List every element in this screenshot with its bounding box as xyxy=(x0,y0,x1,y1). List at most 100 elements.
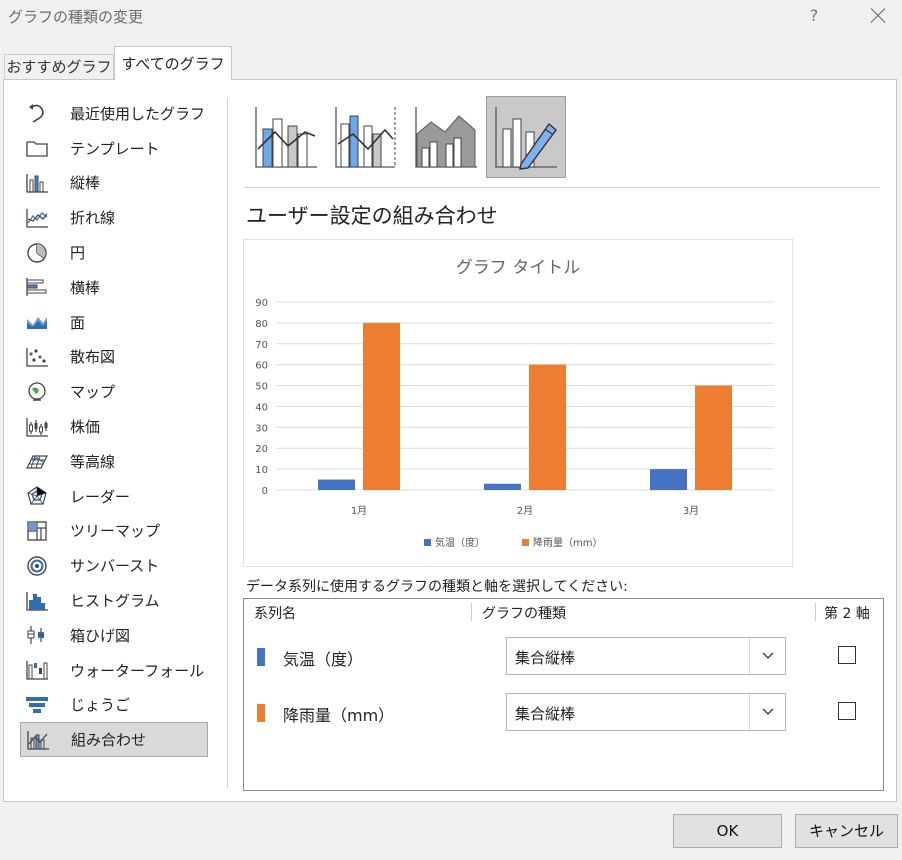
help-button[interactable]: ? xyxy=(803,2,825,30)
sidebar-item-label: 最近使用したグラフ xyxy=(70,104,206,123)
radar-chart-icon xyxy=(24,485,50,507)
variant-clustered-column-line[interactable] xyxy=(246,96,326,178)
sidebar-item-label: 組み合わせ xyxy=(71,731,147,750)
tab-all-charts[interactable]: すべてのグラフ xyxy=(114,46,232,80)
series-name: 気温（度） xyxy=(283,650,364,669)
sidebar-item-sunburst[interactable]: サンバースト xyxy=(20,548,214,583)
clustered-column-line-secondary-axis-icon xyxy=(335,107,396,168)
y-tick-label: 30 xyxy=(255,423,268,434)
bar-2-3 xyxy=(695,385,732,490)
sidebar-item-stock[interactable]: 株価 xyxy=(20,409,214,444)
sidebar-item-surface[interactable]: 等高線 xyxy=(20,444,214,479)
sidebar-item-scatter[interactable]: 散布図 xyxy=(20,340,214,375)
sidebar-item-map[interactable]: マップ xyxy=(20,374,214,409)
secondary-axis-checkbox-temperature[interactable] xyxy=(838,646,856,664)
bar-1-2 xyxy=(484,483,521,490)
sidebar-item-funnel[interactable]: じょうご xyxy=(20,688,214,723)
tab-strip: おすすめグラフ すべてのグラフ xyxy=(0,34,902,80)
box-whisker-chart-icon xyxy=(24,624,50,646)
sidebar-item-label: 円 xyxy=(70,244,86,263)
combo-chart-icon xyxy=(25,729,51,751)
sidebar-item-recent[interactable]: 最近使用したグラフ xyxy=(20,96,214,131)
header-series-name: 系列名 xyxy=(254,606,296,622)
variant-custom-combination[interactable] xyxy=(486,96,566,178)
sidebar-item-label: 散布図 xyxy=(70,348,116,367)
y-tick-label: 50 xyxy=(255,382,268,393)
clustered-column-line-icon xyxy=(255,107,317,168)
sidebar-item-waterfall[interactable]: ウォーターフォール xyxy=(20,653,214,688)
funnel-chart-icon xyxy=(24,694,50,716)
y-tick-label: 40 xyxy=(255,402,268,413)
sidebar-item-pie[interactable]: 円 xyxy=(20,235,214,270)
bar-1-3 xyxy=(650,469,687,490)
sidebar-item-label: サンバースト xyxy=(70,557,160,576)
x-tick-label: 1月 xyxy=(351,505,367,517)
sidebar-item-label: じょうご xyxy=(70,696,131,715)
sidebar-item-treemap[interactable]: ツリーマップ xyxy=(20,514,214,549)
y-tick-label: 10 xyxy=(255,465,268,476)
gallery-divider xyxy=(244,187,880,188)
pie-chart-icon xyxy=(24,242,50,264)
ok-button[interactable]: OK xyxy=(673,814,782,848)
y-tick-label: 90 xyxy=(255,298,268,309)
sidebar-item-label: 折れ線 xyxy=(70,209,116,228)
series-row-rainfall: 降雨量（mm） 集合縦棒 xyxy=(243,692,882,732)
sidebar-item-radar[interactable]: レーダー xyxy=(20,479,214,514)
chart-type-dropdown-rainfall[interactable]: 集合縦棒 xyxy=(506,693,786,731)
tab-recommended[interactable]: おすすめグラフ xyxy=(4,54,114,80)
legend-label: 気温（度） xyxy=(435,536,485,549)
bar-chart-icon xyxy=(24,276,50,298)
preview-chart: グラフ タイトル 0 10 20 30 40 50 60 70 80 90 1月 2月 3月気温（度） 降雨… xyxy=(255,258,774,549)
chart-preview: グラフ タイトル 0 10 20 30 40 50 60 70 80 90 1月 2月 3月 気温（度） 降雨… xyxy=(243,239,793,567)
column-chart-icon xyxy=(24,172,50,194)
variant-stacked-area-column[interactable] xyxy=(406,96,486,178)
sidebar-item-label: ヒストグラム xyxy=(70,592,160,611)
sidebar-item-area[interactable]: 面 xyxy=(20,305,214,340)
y-tick-label: 70 xyxy=(255,340,268,351)
dropdown-value: 集合縦棒 xyxy=(515,649,576,667)
header-divider xyxy=(471,603,472,621)
secondary-axis-checkbox-rainfall[interactable] xyxy=(838,702,856,720)
title-bar: グラフの種類の変更 ? xyxy=(0,0,902,34)
sidebar-item-histogram[interactable]: ヒストグラム xyxy=(20,583,214,618)
header-secondary-axis: 第 2 軸 xyxy=(824,606,870,622)
dropdown-value: 集合縦棒 xyxy=(515,705,576,723)
sidebar-item-label: 横棒 xyxy=(70,278,101,297)
chart-type-list: 最近使用したグラフ テンプレート 縦棒 折れ線 円 横棒 面 散布図 マップ 株… xyxy=(20,96,214,758)
sidebar-item-box-whisker[interactable]: 箱ひげ図 xyxy=(20,618,214,653)
series-color-swatch xyxy=(257,704,265,722)
waterfall-chart-icon xyxy=(24,659,50,681)
sidebar-item-bar[interactable]: 横棒 xyxy=(20,270,214,305)
series-row-temperature: 気温（度） 集合縦棒 xyxy=(243,636,882,676)
sidebar-item-combo[interactable]: 組み合わせ xyxy=(20,722,208,758)
folder-icon xyxy=(24,137,50,159)
sidebar-item-label: レーダー xyxy=(70,487,131,506)
histogram-chart-icon xyxy=(24,590,50,612)
stacked-area-clustered-column-icon xyxy=(415,107,477,168)
chevron-down-icon[interactable] xyxy=(749,638,785,674)
sidebar-item-label: 面 xyxy=(70,313,86,332)
y-tick-label: 80 xyxy=(255,319,268,330)
bar-1-1 xyxy=(318,479,355,490)
x-tick-label: 3月 xyxy=(683,505,699,517)
sidebar-item-template[interactable]: テンプレート xyxy=(20,131,214,166)
scatter-chart-icon xyxy=(24,346,50,368)
variant-clustered-column-line-secondary[interactable] xyxy=(326,96,406,178)
sidebar-item-label: 縦棒 xyxy=(70,174,101,193)
bar-2-1 xyxy=(363,322,400,490)
area-chart-icon xyxy=(24,311,50,333)
chart-type-dropdown-temperature[interactable]: 集合縦棒 xyxy=(506,637,786,675)
recent-icon xyxy=(24,102,50,124)
legend-swatch xyxy=(424,539,431,546)
window-title: グラフの種類の変更 xyxy=(8,8,144,26)
y-tick-label: 0 xyxy=(262,486,268,497)
chevron-down-icon[interactable] xyxy=(749,694,785,730)
sidebar-item-label: 箱ひげ図 xyxy=(70,626,131,645)
sidebar-item-line[interactable]: 折れ線 xyxy=(20,200,214,235)
cancel-button[interactable]: キャンセル xyxy=(795,814,898,848)
custom-combination-icon xyxy=(495,107,557,170)
close-button[interactable] xyxy=(864,2,892,30)
sidebar-item-column[interactable]: 縦棒 xyxy=(20,166,214,201)
sunburst-chart-icon xyxy=(24,555,50,577)
header-chart-type: グラフの種類 xyxy=(482,606,566,622)
